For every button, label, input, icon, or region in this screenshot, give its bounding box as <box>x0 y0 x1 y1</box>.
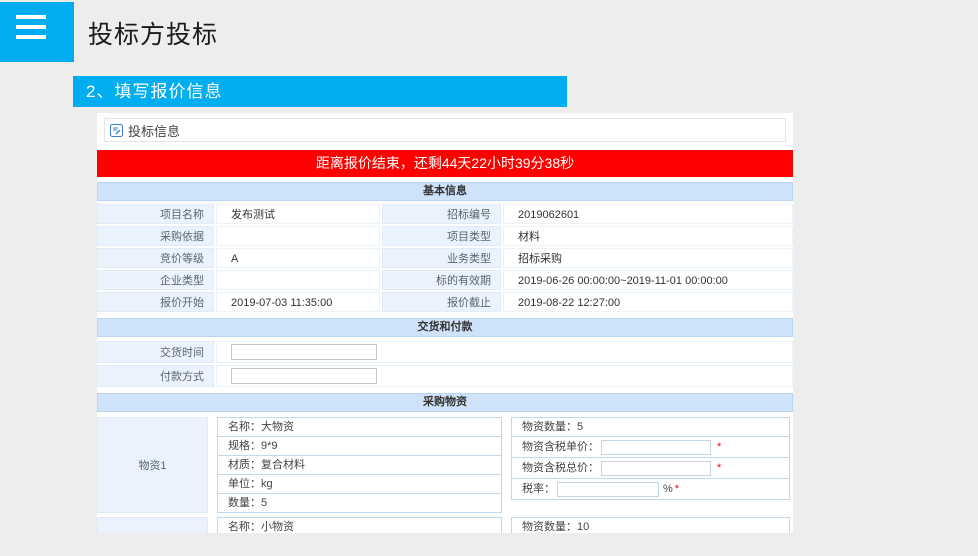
material-attr-box: 名称：小物资 <box>217 517 502 533</box>
delivery-time-input[interactable] <box>231 344 377 360</box>
material-attrs: 名称：小物资 <box>217 517 502 533</box>
material-quantity: 物资数量：10 <box>511 517 790 533</box>
tax-rate-input[interactable] <box>557 482 659 497</box>
field-value: A <box>216 248 380 268</box>
field-value-cell <box>216 341 793 363</box>
field-value: 发布测试 <box>216 204 380 224</box>
unit-price-input-row: 物资含税单价： * <box>511 436 790 458</box>
input-label: 物资含税单价： <box>522 438 599 457</box>
field-label: 采购依据 <box>97 226 214 246</box>
delivery-table: 交货时间付款方式 <box>97 341 793 387</box>
field-label: 业务类型 <box>382 248 501 268</box>
required-mark: * <box>675 480 679 499</box>
section-header-delivery: 交货和付款 <box>97 318 793 337</box>
material-attr-box: 名称：大物资 <box>217 417 502 437</box>
field-label: 标的有效期 <box>382 270 501 290</box>
required-mark: * <box>717 459 721 478</box>
field-label: 报价开始 <box>97 292 214 312</box>
step-banner: 2、填写报价信息 <box>73 76 567 107</box>
material-quantity: 物资数量：5 <box>511 417 790 437</box>
field-value <box>216 270 380 290</box>
field-label: 企业类型 <box>97 270 214 290</box>
material-quote: 物资数量：10 <box>511 517 790 533</box>
field-value: 2019062601 <box>503 204 793 224</box>
field-value: 2019-08-22 12:27:00 <box>503 292 793 312</box>
slide: { "colors": { "accent": "#00AEEF", "aler… <box>0 0 978 556</box>
field-value: 材料 <box>503 226 793 246</box>
input-label: 物资含税总价： <box>522 459 599 478</box>
materials-list: 物资1名称：大物资规格：9*9材质：复合材料单位：kg数量：5物资数量：5物资含… <box>97 417 793 533</box>
countdown-banner: 距离报价结束，还剩44天22小时39分38秒 <box>97 150 793 177</box>
menu-square <box>0 2 74 62</box>
bid-form-panel: 投标信息 距离报价结束，还剩44天22小时39分38秒 基本信息 项目名称发布测… <box>97 113 793 533</box>
material-quote: 物资数量：5物资含税单价：*物资含税总价：*税率：%* <box>511 417 790 513</box>
field-label: 报价截止 <box>382 292 501 312</box>
unit-price-input[interactable] <box>601 440 711 455</box>
page-title: 投标方投标 <box>88 15 218 51</box>
material-item: 名称：小物资物资数量：10 <box>97 517 793 533</box>
input-label: 税率： <box>522 480 555 499</box>
panel-titlebar: 投标信息 <box>104 118 786 142</box>
basic-info-table: 项目名称发布测试招标编号2019062601 采购依据 项目类型材料竞价等级A业务类… <box>97 204 793 312</box>
material-attr-box: 规格：9*9 <box>217 436 502 456</box>
field-label: 竞价等级 <box>97 248 214 268</box>
field-value-cell <box>216 365 793 387</box>
material-item: 物资1名称：大物资规格：9*9材质：复合材料单位：kg数量：5物资数量：5物资含… <box>97 417 793 513</box>
section-header-basic: 基本信息 <box>97 182 793 201</box>
field-value <box>216 226 380 246</box>
field-label: 项目名称 <box>97 204 214 224</box>
field-label: 交货时间 <box>97 341 214 363</box>
total-price-input-row: 物资含税总价： * <box>511 457 790 479</box>
hamburger-icon <box>0 2 74 39</box>
field-label: 付款方式 <box>97 365 214 387</box>
payment-method-input[interactable] <box>231 368 377 384</box>
required-mark: * <box>717 438 721 457</box>
material-name-cell: 物资1 <box>97 417 208 513</box>
total-price-input[interactable] <box>601 461 711 476</box>
material-attr-box: 单位：kg <box>217 474 502 494</box>
material-attr-box: 数量：5 <box>217 493 502 513</box>
document-icon <box>110 124 123 137</box>
field-label: 招标编号 <box>382 204 501 224</box>
field-value: 招标采购 <box>503 248 793 268</box>
percent-sign: % <box>663 480 673 499</box>
field-value: 2019-07-03 11:35:00 <box>216 292 380 312</box>
panel-title: 投标信息 <box>128 121 180 140</box>
section-header-materials: 采购物资 <box>97 393 793 412</box>
material-attr-box: 材质：复合材料 <box>217 455 502 475</box>
field-label: 项目类型 <box>382 226 501 246</box>
tax-rate-input-row: 税率：%* <box>511 478 790 500</box>
material-name-cell <box>97 517 208 533</box>
material-attrs: 名称：大物资规格：9*9材质：复合材料单位：kg数量：5 <box>217 417 502 513</box>
field-value: 2019-06-26 00:00:00~2019-11-01 00:00:00 <box>503 270 793 290</box>
